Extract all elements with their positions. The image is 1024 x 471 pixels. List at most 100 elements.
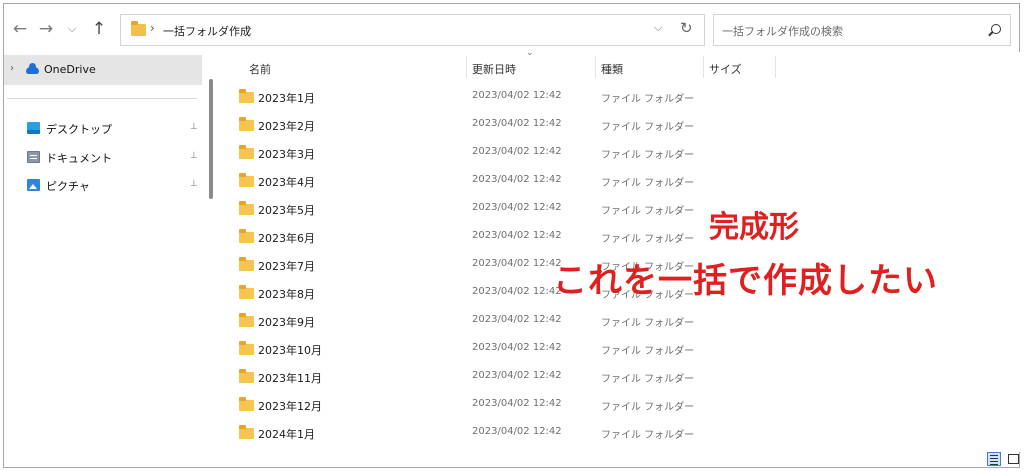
refresh-icon[interactable]: ↻ — [680, 19, 693, 37]
details-view-icon[interactable] — [987, 452, 1001, 466]
large-icons-view-icon[interactable] — [1006, 452, 1020, 466]
row-type: ファイル フォルダー — [601, 402, 695, 413]
sidebar-item-documents[interactable]: ドキュメント ⊥ — [4, 144, 202, 170]
forward-icon[interactable]: → — [34, 17, 58, 41]
pin-icon[interactable]: ⊥ — [190, 180, 198, 189]
row-type: ファイル フォルダー — [601, 150, 695, 161]
recent-locations-icon[interactable]: ⌵ — [60, 17, 84, 41]
row-name: 2023年10月 — [258, 344, 322, 357]
row-date: 2023/04/02 12:42 — [472, 314, 562, 325]
table-row[interactable]: 2023年10月 2023/04/02 12:42 ファイル フォルダー — [219, 334, 999, 362]
sidebar-item-label: OneDrive — [44, 63, 96, 76]
folder-icon — [239, 173, 254, 187]
row-type: ファイル フォルダー — [601, 318, 695, 329]
row-type: ファイル フォルダー — [601, 374, 695, 385]
row-date: 2023/04/02 12:42 — [472, 146, 562, 157]
cloud-icon — [26, 63, 39, 74]
annotation-title: 完成形 — [709, 210, 799, 245]
column-separator[interactable] — [703, 56, 704, 78]
row-date: 2023/04/02 12:42 — [472, 90, 562, 101]
row-type: ファイル フォルダー — [601, 206, 695, 217]
folder-icon — [239, 341, 254, 355]
sidebar-item-onedrive[interactable]: › OneDrive — [4, 55, 202, 85]
annotation-caption: これを一括で作成したい — [553, 261, 938, 301]
breadcrumb-current-folder[interactable]: 一括フォルダ作成 — [163, 23, 251, 39]
search-box[interactable]: 一括フォルダ作成の検索 — [713, 14, 1011, 46]
sidebar-item-desktop[interactable]: デスクトップ ⊥ — [4, 115, 202, 141]
row-name: 2023年12月 — [258, 400, 322, 413]
address-dropdown-icon[interactable]: ⌵ — [654, 21, 662, 35]
expand-chevron-icon[interactable]: › — [10, 63, 14, 74]
sidebar-item-label: デスクトップ — [46, 123, 112, 136]
row-name: 2023年5月 — [258, 204, 315, 217]
row-type: ファイル フォルダー — [601, 94, 695, 105]
search-placeholder[interactable]: 一括フォルダ作成の検索 — [722, 23, 843, 39]
row-date: 2023/04/02 12:42 — [472, 342, 562, 353]
table-row[interactable]: 2023年6月 2023/04/02 12:42 ファイル フォルダー — [219, 222, 999, 250]
folder-icon — [239, 201, 254, 215]
sidebar-item-pictures[interactable]: ピクチャ ⊥ — [4, 172, 202, 198]
row-date: 2023/04/02 12:42 — [472, 398, 562, 409]
row-date: 2023/04/02 12:42 — [472, 286, 562, 297]
row-date: 2023/04/02 12:42 — [472, 202, 562, 213]
table-row[interactable]: 2024年1月 2023/04/02 12:42 ファイル フォルダー — [219, 418, 999, 446]
table-row[interactable]: 2023年9月 2023/04/02 12:42 ファイル フォルダー — [219, 306, 999, 334]
table-row[interactable]: 2023年5月 2023/04/02 12:42 ファイル フォルダー — [219, 194, 999, 222]
column-separator[interactable] — [466, 56, 467, 78]
row-type: ファイル フォルダー — [601, 178, 695, 189]
folder-icon — [239, 285, 254, 299]
row-date: 2023/04/02 12:42 — [472, 426, 562, 437]
folder-icon — [239, 229, 254, 243]
pin-icon[interactable]: ⊥ — [190, 152, 198, 161]
folder-icon — [239, 257, 254, 271]
row-name: 2024年1月 — [258, 428, 315, 441]
row-date: 2023/04/02 12:42 — [472, 230, 562, 241]
sort-chevron-icon: ⌄ — [526, 48, 534, 58]
desktop-icon — [27, 122, 40, 134]
table-row[interactable]: 2023年3月 2023/04/02 12:42 ファイル フォルダー — [219, 138, 999, 166]
sidebar-divider — [7, 98, 197, 99]
up-icon[interactable]: ↑ — [87, 17, 111, 41]
search-icon[interactable] — [991, 24, 1001, 34]
row-name: 2023年2月 — [258, 120, 315, 133]
row-type: ファイル フォルダー — [601, 430, 695, 441]
row-type: ファイル フォルダー — [601, 346, 695, 357]
row-name: 2023年7月 — [258, 260, 315, 273]
folder-icon — [239, 425, 254, 439]
row-name: 2023年1月 — [258, 92, 315, 105]
folder-icon — [131, 21, 146, 36]
column-separator[interactable] — [775, 56, 776, 78]
row-date: 2023/04/02 12:42 — [472, 258, 562, 269]
folder-icon — [239, 313, 254, 327]
back-icon[interactable]: ← — [8, 17, 32, 41]
column-separator[interactable] — [595, 56, 596, 78]
table-row[interactable]: 2023年2月 2023/04/02 12:42 ファイル フォルダー — [219, 110, 999, 138]
document-icon — [27, 151, 40, 163]
row-type: ファイル フォルダー — [601, 234, 695, 245]
row-name: 2023年4月 — [258, 176, 315, 189]
sidebar-scrollbar[interactable] — [209, 79, 213, 199]
folder-icon — [239, 117, 254, 131]
navigation-pane: › OneDrive デスクトップ ⊥ ドキュメント ⊥ ピクチャ ⊥ — [4, 52, 209, 452]
row-name: 2023年6月 — [258, 232, 315, 245]
explorer-window: ← → ⌵ ↑ › 一括フォルダ作成 › ⌵ ↻ 一括フォルダ作成の検索 › O… — [3, 3, 1021, 468]
row-name: 2023年8月 — [258, 288, 315, 301]
breadcrumb-separator[interactable]: › — [247, 21, 252, 35]
row-date: 2023/04/02 12:42 — [472, 370, 562, 381]
row-name: 2023年3月 — [258, 148, 315, 161]
folder-icon — [239, 397, 254, 411]
row-name: 2023年9月 — [258, 316, 315, 329]
pictures-icon — [27, 179, 40, 191]
table-row[interactable]: 2023年4月 2023/04/02 12:42 ファイル フォルダー — [219, 166, 999, 194]
table-row[interactable]: 2023年12月 2023/04/02 12:42 ファイル フォルダー — [219, 390, 999, 418]
table-row[interactable]: 2023年1月 2023/04/02 12:42 ファイル フォルダー — [219, 82, 999, 110]
table-row[interactable]: 2023年11月 2023/04/02 12:42 ファイル フォルダー — [219, 362, 999, 390]
row-date: 2023/04/02 12:42 — [472, 118, 562, 129]
sidebar-item-label: ピクチャ — [46, 180, 90, 193]
address-bar[interactable]: › 一括フォルダ作成 › ⌵ ↻ — [120, 14, 705, 46]
row-name: 2023年11月 — [258, 372, 322, 385]
breadcrumb-separator[interactable]: › — [150, 21, 155, 35]
folder-icon — [239, 89, 254, 103]
row-type: ファイル フォルダー — [601, 122, 695, 133]
pin-icon[interactable]: ⊥ — [190, 123, 198, 132]
